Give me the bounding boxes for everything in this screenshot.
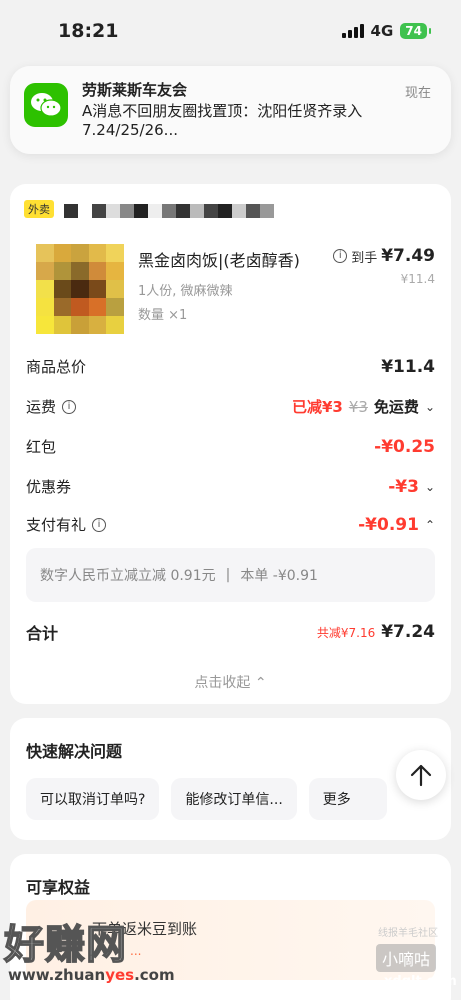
network-type: 4G bbox=[370, 22, 394, 40]
order-detail-card: 外卖 黑金卤肉饭|(老卤醇香) 1人份, 微麻微辣 数量 ×1 i 到手 ¥7.… bbox=[10, 184, 451, 704]
battery-icon: 74 bbox=[400, 23, 431, 39]
scroll-top-button[interactable] bbox=[396, 750, 446, 800]
status-indicators: 4G 74 bbox=[341, 22, 431, 40]
info-icon[interactable]: i bbox=[333, 249, 348, 263]
redpack-row: 红包 -¥0.25 bbox=[26, 436, 435, 457]
pay-gift-value: -¥0.91 bbox=[358, 514, 419, 535]
shipping-value: 免运费 bbox=[373, 398, 419, 416]
collapse-button[interactable]: 点击收起 ⌃ bbox=[10, 672, 451, 692]
quick-help-card: 快速解决问题 可以取消订单吗? 能修改订单信... 更多 bbox=[10, 718, 451, 840]
goods-total-label: 商品总价 bbox=[26, 358, 87, 376]
watermark-logo: 好赚网 bbox=[3, 921, 127, 969]
product-image[interactable] bbox=[36, 244, 124, 334]
signal-icon bbox=[341, 24, 364, 38]
total-saved: 共减¥7.16 bbox=[316, 625, 376, 640]
status-time: 18:21 bbox=[58, 20, 119, 42]
product-price: i 到手 ¥7.49 ¥11.4 bbox=[333, 246, 435, 286]
chevron-down-icon[interactable]: ⌄ bbox=[425, 400, 435, 414]
wechat-icon bbox=[24, 83, 68, 127]
notification-title: 劳斯莱斯车友会 bbox=[82, 81, 188, 99]
faq-chip-modify[interactable]: 能修改订单信... bbox=[171, 778, 297, 820]
total-price: ¥7.24 bbox=[381, 622, 435, 642]
watermark-url: www.zhuanyes.com bbox=[8, 966, 175, 984]
total-row: 合计 共减¥7.16 ¥7.24 bbox=[26, 620, 435, 644]
pay-detail-left: 数字人民币立减立减 0.91元 bbox=[40, 568, 216, 584]
delivery-tag: 外卖 bbox=[24, 200, 54, 218]
redpack-label: 红包 bbox=[26, 438, 57, 456]
watermark-right-logo: 小嘀咕 bbox=[376, 944, 437, 972]
quick-help-title: 快速解决问题 bbox=[26, 742, 123, 761]
collapse-label: 点击收起 bbox=[194, 675, 251, 691]
watermark-right-caption: 线报羊毛社区 bbox=[378, 928, 438, 939]
goods-total-value: ¥11.4 bbox=[381, 356, 435, 377]
price-label: 到手 bbox=[351, 250, 378, 266]
benefit-subtext: ... bbox=[130, 944, 142, 958]
pay-detail-right: 本单 -¥0.91 bbox=[240, 568, 318, 584]
shipping-row[interactable]: 运费 i 已减¥3 ¥3 免运费 ⌄ bbox=[26, 396, 435, 417]
redpack-value: -¥0.25 bbox=[374, 436, 435, 457]
product-spec: 1人份, 微麻微辣 bbox=[138, 284, 233, 299]
coupon-row[interactable]: 优惠券 -¥3 ⌄ bbox=[26, 476, 435, 497]
product-quantity: 数量 ×1 bbox=[138, 308, 188, 323]
pay-gift-label: 支付有礼 bbox=[26, 516, 87, 534]
info-icon[interactable]: i bbox=[62, 399, 77, 414]
original-price: ¥11.4 bbox=[400, 272, 435, 286]
shipping-original: ¥3 bbox=[348, 397, 368, 416]
watermark-right-url: xdglt.com bbox=[384, 974, 457, 989]
shipping-label: 运费 bbox=[26, 398, 57, 416]
benefits-title: 可享权益 bbox=[26, 878, 91, 897]
coupon-label: 优惠券 bbox=[26, 478, 72, 496]
pay-detail-separator: | bbox=[225, 567, 231, 583]
arrow-up-icon bbox=[410, 764, 432, 787]
product-name[interactable]: 黑金卤肉饭|(老卤醇香) bbox=[138, 247, 300, 271]
shipping-reduced: 已减¥3 bbox=[291, 398, 343, 416]
quick-help-chips: 可以取消订单吗? 能修改订单信... 更多 bbox=[26, 778, 387, 820]
faq-chip-cancel[interactable]: 可以取消订单吗? bbox=[26, 778, 160, 820]
final-price: ¥7.49 bbox=[381, 246, 435, 266]
chevron-up-icon[interactable]: ⌃ bbox=[425, 518, 435, 532]
total-label: 合计 bbox=[26, 624, 59, 643]
notification-time: 现在 bbox=[404, 86, 431, 101]
faq-chip-more[interactable]: 更多 bbox=[308, 778, 387, 820]
goods-total-row: 商品总价 ¥11.4 bbox=[26, 356, 435, 377]
pay-gift-detail: 数字人民币立减立减 0.91元 | 本单 -¥0.91 bbox=[26, 548, 435, 602]
coupon-value: -¥3 bbox=[388, 476, 419, 497]
chevron-down-icon[interactable]: ⌄ bbox=[425, 480, 435, 494]
wechat-notification[interactable]: 劳斯莱斯车友会 A消息不回朋友圈找置顶：沈阳任贤齐录入7.24/25/26...… bbox=[10, 66, 451, 154]
shop-name-redacted bbox=[64, 204, 274, 220]
notification-text: A消息不回朋友圈找置顶：沈阳任贤齐录入7.24/25/26... bbox=[82, 102, 363, 139]
info-icon[interactable]: i bbox=[92, 517, 107, 532]
pay-gift-row[interactable]: 支付有礼 i -¥0.91 ⌃ bbox=[26, 514, 435, 535]
status-bar: 18:21 4G 74 bbox=[0, 0, 461, 62]
chevron-up-icon: ⌃ bbox=[254, 675, 267, 691]
